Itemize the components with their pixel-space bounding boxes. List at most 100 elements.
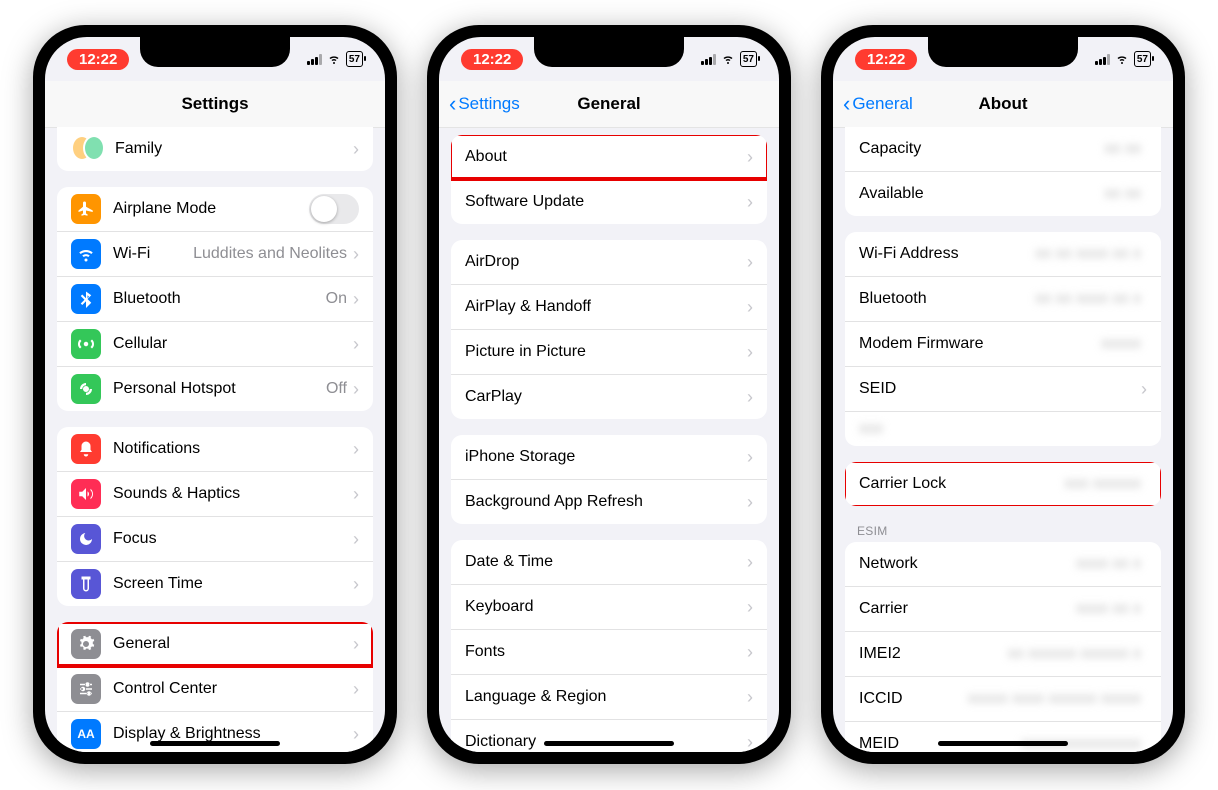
- page-title: About: [978, 94, 1027, 114]
- sounds-icon: [71, 479, 101, 509]
- row-wifi[interactable]: Wi-Fi Luddites and Neolites ›: [57, 231, 373, 276]
- nav-bar: Settings: [45, 81, 385, 128]
- row-capacity[interactable]: Capacityxx xx: [845, 127, 1161, 171]
- chevron-right-icon: ›: [353, 529, 359, 550]
- battery-icon: 57: [346, 51, 363, 67]
- chevron-right-icon: ›: [353, 439, 359, 460]
- row-airdrop[interactable]: AirDrop›: [451, 240, 767, 284]
- chevron-right-icon: ›: [747, 147, 753, 168]
- row-personal-hotspot[interactable]: Personal Hotspot Off ›: [57, 366, 373, 411]
- row-keyboard[interactable]: Keyboard›: [451, 584, 767, 629]
- battery-icon: 57: [1134, 51, 1151, 67]
- bluetooth-icon: [71, 284, 101, 314]
- row-control-center[interactable]: Control Center ›: [57, 666, 373, 711]
- back-button[interactable]: ‹General: [843, 93, 913, 115]
- chevron-left-icon: ‹: [449, 93, 456, 115]
- row-notifications[interactable]: Notifications ›: [57, 427, 373, 471]
- row-bluetooth-address[interactable]: Bluetoothxx xx xxxx xx x: [845, 276, 1161, 321]
- row-software-update[interactable]: Software Update›: [451, 179, 767, 224]
- chevron-right-icon: ›: [747, 297, 753, 318]
- chevron-right-icon: ›: [747, 342, 753, 363]
- row-date-time[interactable]: Date & Time›: [451, 540, 767, 584]
- airplane-icon: [71, 194, 101, 224]
- status-time: 12:22: [67, 49, 129, 70]
- page-title: General: [577, 94, 640, 114]
- chevron-right-icon: ›: [747, 252, 753, 273]
- phone-general: 12:22 57 ‹Settings General About› Softwa: [427, 25, 791, 764]
- row-dictionary[interactable]: Dictionary›: [451, 719, 767, 752]
- notch: [534, 37, 684, 67]
- nav-bar: ‹Settings General: [439, 81, 779, 128]
- chevron-right-icon: ›: [1141, 379, 1147, 400]
- row-general[interactable]: General ›: [57, 622, 373, 666]
- wifi-settings-icon: [71, 239, 101, 269]
- home-indicator[interactable]: [544, 741, 674, 746]
- display-icon: AA: [71, 719, 101, 749]
- chevron-right-icon: ›: [747, 687, 753, 708]
- row-network[interactable]: Networkxxxx xx x: [845, 542, 1161, 586]
- cellular-signal-icon: [701, 54, 716, 65]
- row-available[interactable]: Availablexx xx: [845, 171, 1161, 216]
- status-time: 12:22: [855, 49, 917, 70]
- row-blurred[interactable]: xxx: [845, 411, 1161, 446]
- phone-settings: 12:22 57 Settings Family ›: [33, 25, 397, 764]
- chevron-right-icon: ›: [747, 387, 753, 408]
- notch: [140, 37, 290, 67]
- chevron-right-icon: ›: [747, 732, 753, 753]
- row-about[interactable]: About›: [451, 135, 767, 179]
- chevron-right-icon: ›: [747, 192, 753, 213]
- general-icon: [71, 629, 101, 659]
- chevron-left-icon: ‹: [843, 93, 850, 115]
- wifi-icon: [326, 53, 342, 65]
- chevron-right-icon: ›: [353, 724, 359, 745]
- row-imei2[interactable]: IMEI2xx xxxxxx xxxxxx x: [845, 631, 1161, 676]
- cellular-icon: [71, 329, 101, 359]
- row-language-region[interactable]: Language & Region›: [451, 674, 767, 719]
- row-wifi-address[interactable]: Wi-Fi Addressxx xx xxxx xx x: [845, 232, 1161, 276]
- row-family[interactable]: Family ›: [57, 127, 373, 171]
- nav-bar: ‹General About: [833, 81, 1173, 128]
- row-airplane-mode[interactable]: Airplane Mode: [57, 187, 373, 231]
- chevron-right-icon: ›: [353, 484, 359, 505]
- row-focus[interactable]: Focus ›: [57, 516, 373, 561]
- phone-about: 12:22 57 ‹General About Capacityxx xx Av…: [821, 25, 1185, 764]
- row-carplay[interactable]: CarPlay›: [451, 374, 767, 419]
- row-iccid[interactable]: ICCIDxxxxx xxxx xxxxxx xxxxx: [845, 676, 1161, 721]
- row-bluetooth[interactable]: Bluetooth On ›: [57, 276, 373, 321]
- row-airplay-handoff[interactable]: AirPlay & Handoff›: [451, 284, 767, 329]
- row-sounds-haptics[interactable]: Sounds & Haptics ›: [57, 471, 373, 516]
- hotspot-icon: [71, 374, 101, 404]
- chevron-right-icon: ›: [747, 597, 753, 618]
- back-button[interactable]: ‹Settings: [449, 93, 520, 115]
- airplane-toggle[interactable]: [309, 194, 359, 224]
- wifi-icon: [720, 53, 736, 65]
- wifi-icon: [1114, 53, 1130, 65]
- page-title: Settings: [181, 94, 248, 114]
- chevron-right-icon: ›: [353, 634, 359, 655]
- status-time: 12:22: [461, 49, 523, 70]
- battery-icon: 57: [740, 51, 757, 67]
- row-modem-firmware[interactable]: Modem Firmwarexxxxx: [845, 321, 1161, 366]
- row-picture-in-picture[interactable]: Picture in Picture›: [451, 329, 767, 374]
- row-iphone-storage[interactable]: iPhone Storage›: [451, 435, 767, 479]
- section-header-esim: ESIM: [857, 524, 1149, 538]
- chevron-right-icon: ›: [353, 379, 359, 400]
- chevron-right-icon: ›: [353, 139, 359, 160]
- row-carrier-lock[interactable]: Carrier Lockxxx xxxxxx: [845, 462, 1161, 506]
- home-indicator[interactable]: [938, 741, 1068, 746]
- row-seid[interactable]: SEID›: [845, 366, 1161, 411]
- chevron-right-icon: ›: [747, 492, 753, 513]
- cellular-signal-icon: [307, 54, 322, 65]
- chevron-right-icon: ›: [353, 574, 359, 595]
- row-cellular[interactable]: Cellular ›: [57, 321, 373, 366]
- row-fonts[interactable]: Fonts›: [451, 629, 767, 674]
- chevron-right-icon: ›: [353, 244, 359, 265]
- row-screen-time[interactable]: Screen Time ›: [57, 561, 373, 606]
- row-meid[interactable]: MEIDxxxxxxxxxxxxxxx: [845, 721, 1161, 752]
- chevron-right-icon: ›: [747, 642, 753, 663]
- chevron-right-icon: ›: [353, 334, 359, 355]
- chevron-right-icon: ›: [747, 447, 753, 468]
- row-carrier[interactable]: Carrierxxxx xx x: [845, 586, 1161, 631]
- row-background-app-refresh[interactable]: Background App Refresh›: [451, 479, 767, 524]
- home-indicator[interactable]: [150, 741, 280, 746]
